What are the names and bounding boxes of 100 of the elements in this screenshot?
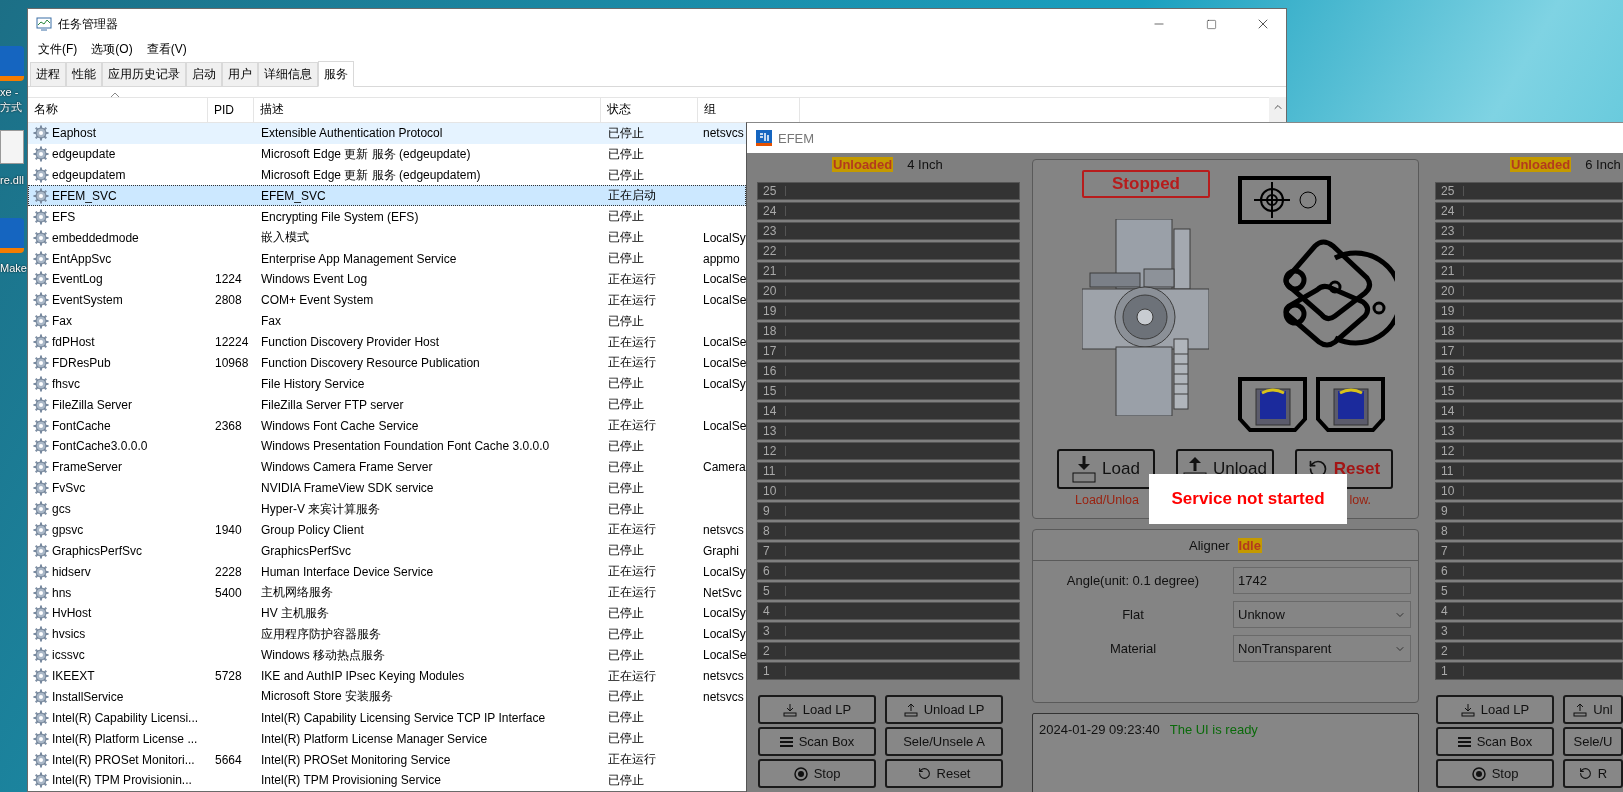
slot-number: 23 [758,226,786,236]
gear-icon [33,709,49,726]
slot-number: 3 [758,626,786,636]
slot-number: 5 [758,586,786,596]
description-cell-text: File History Service [260,376,365,391]
group-cell-text: LocalSy [702,230,746,245]
menu-item[interactable]: 选项(O) [85,40,139,58]
port-button[interactable]: Scan Box [758,727,876,756]
tab[interactable]: 服务 [318,61,354,87]
gear-icon [33,208,49,225]
file-icon[interactable] [0,130,24,164]
slot-number: 16 [1436,366,1464,376]
description-cell-text: 应用程序防护容器服务 [260,625,381,643]
slot-number: 19 [1436,306,1464,316]
table-row[interactable]: EFEM_SVC EFEM_SVC 正在启动 [28,185,746,207]
service-name: hidserv [52,564,91,579]
menu-item[interactable]: 文件(F) [32,40,84,58]
status-cell-text: 已停止 [607,124,644,142]
status-cell-text: 已停止 [607,542,644,560]
aligner-status: Idle [1237,537,1262,553]
gear-icon [33,542,49,559]
menu-item[interactable]: 查看(V) [140,40,193,58]
group-cell-text: LocalSe [702,648,747,663]
column-header[interactable]: 组 [698,98,800,122]
gear-icon [33,459,49,476]
service-name: gpsvc [52,522,84,537]
crosshair-icon [1252,181,1291,219]
port-button[interactable]: Sele/U [1563,727,1623,756]
group-cell-text: netsvcs [702,669,744,684]
tab[interactable]: 应用历史记录 [102,62,186,86]
gear-icon [33,605,49,622]
tab[interactable]: 用户 [222,62,258,86]
slot-number: 18 [1436,326,1464,336]
dropdown[interactable]: Unknow [1233,601,1411,628]
input-field[interactable]: 1742 [1233,567,1411,594]
wafer-size: 6 Inch [1585,156,1621,172]
table-row[interactable]: Eaphost Extensible Authentication Protocol 已停止 netsvcs [28,122,746,144]
port-button[interactable]: Unload LP [885,695,1003,724]
gear-icon [33,438,49,455]
status-cell-text: 正在运行 [607,521,656,539]
description-cell-text: Function Discovery Provider Host [260,335,440,350]
slot-number: 8 [1436,526,1464,536]
description-cell-text: Fax [260,314,281,329]
tab[interactable]: 进程 [30,62,66,86]
port-button[interactable]: Load LP [758,695,876,724]
tab[interactable]: 启动 [186,62,222,86]
pid-cell-text: 5400 [214,585,242,600]
service-name: FDResPub [52,355,111,370]
slot-number: 15 [758,386,786,396]
slot-number: 17 [758,346,786,356]
pid-cell-text: 2808 [214,293,242,308]
gear-icon [33,187,49,204]
status-cell-text: 已停止 [607,500,644,518]
group-cell-text: LocalSy [702,606,746,621]
dropdown[interactable]: NonTransparent [1233,635,1411,662]
column-header[interactable]: PID [208,98,254,122]
slot-number: 4 [1436,606,1464,616]
port-button[interactable]: Scan Box [1436,727,1554,756]
slot-number: 9 [758,506,786,516]
pid-cell-text: 2228 [214,564,242,579]
tab[interactable]: 详细信息 [258,62,318,86]
pid-cell-text: 5664 [214,752,242,767]
gear-icon [33,125,49,142]
pid-cell-text: 1940 [214,522,242,537]
slot-number: 14 [1436,406,1464,416]
port-button[interactable]: Load LP [1436,695,1554,724]
slot-number: 25 [1436,186,1464,196]
slot-number: 2 [758,646,786,656]
port-button[interactable]: R [1563,759,1623,788]
service-name: gcs [52,502,71,517]
slot-number: 15 [1436,386,1464,396]
description-cell-text: Microsoft Edge 更新 服务 (edgeupdate) [260,145,471,163]
column-header[interactable]: 名称 [28,98,208,122]
slot-number: 13 [1436,426,1464,436]
status-cell-text: 已停止 [607,250,644,268]
list-icon [1457,735,1471,748]
port-button[interactable]: Stop [758,759,876,788]
slot-number: 13 [758,426,786,436]
gear-icon [33,375,49,392]
column-header[interactable]: 状态 [601,98,698,122]
status-cell-text: 正在运行 [607,584,656,602]
port-button[interactable]: Stop [1436,759,1554,788]
port-button[interactable]: Reset [885,759,1003,788]
tab[interactable]: 性能 [66,62,102,86]
slot-number: 25 [758,186,786,196]
slot-number: 11 [1436,466,1464,476]
service-name: FontCache [52,418,111,433]
port-button[interactable]: Unl [1563,695,1623,724]
status-cell-text: 已停止 [607,375,644,393]
column-header[interactable]: 描述 [254,98,601,122]
slot-number: 12 [1436,446,1464,456]
service-name: hns [52,585,72,600]
slot-number: 19 [758,306,786,316]
gear-icon [33,334,49,351]
port-button[interactable]: Sele/Unsele A [885,727,1003,756]
description-cell-text: Windows Presentation Foundation Font Cache 3.0.0.0 [260,439,550,454]
action-button[interactable]: Load [1057,449,1155,489]
description-cell-text: Group Policy Client [260,522,364,537]
service-name: InstallService [52,689,124,704]
service-name: HvHost [52,606,92,621]
